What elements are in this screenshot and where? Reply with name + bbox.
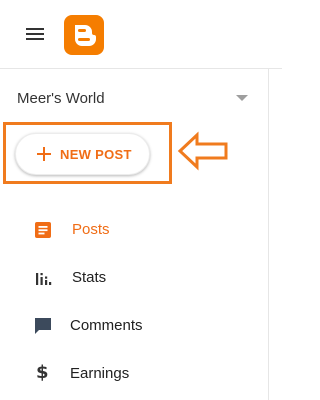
sidebar-item-label: Earnings <box>70 365 130 382</box>
blogger-logo-icon[interactable] <box>64 15 104 55</box>
hamburger-menu-icon[interactable] <box>26 26 46 42</box>
blog-selector[interactable]: Meer's World <box>0 80 268 116</box>
sidebar-item-label: Stats <box>72 269 107 286</box>
sidebar-item-earnings[interactable]: $ Earnings <box>0 352 268 396</box>
new-post-label: NEW POST <box>60 147 132 162</box>
sidebar-item-label: Posts <box>72 221 110 238</box>
plus-icon <box>37 147 51 161</box>
comment-icon <box>35 318 51 334</box>
sidebar-item-posts[interactable]: Posts <box>0 208 268 252</box>
dollar-icon: $ <box>36 362 49 383</box>
blog-name: Meer's World <box>17 90 105 107</box>
stats-icon <box>36 273 52 285</box>
sidebar-item-stats[interactable]: Stats <box>0 256 268 300</box>
caret-down-icon[interactable] <box>236 95 248 101</box>
sidebar-item-comments[interactable]: Comments <box>0 304 268 348</box>
new-post-button[interactable]: NEW POST <box>15 133 150 175</box>
header-divider <box>0 68 282 69</box>
app-header <box>0 0 282 68</box>
posts-icon <box>35 222 51 238</box>
outline-arrow-left-icon <box>177 131 228 171</box>
sidebar-item-label: Comments <box>70 317 143 334</box>
sidebar-divider <box>268 69 269 400</box>
